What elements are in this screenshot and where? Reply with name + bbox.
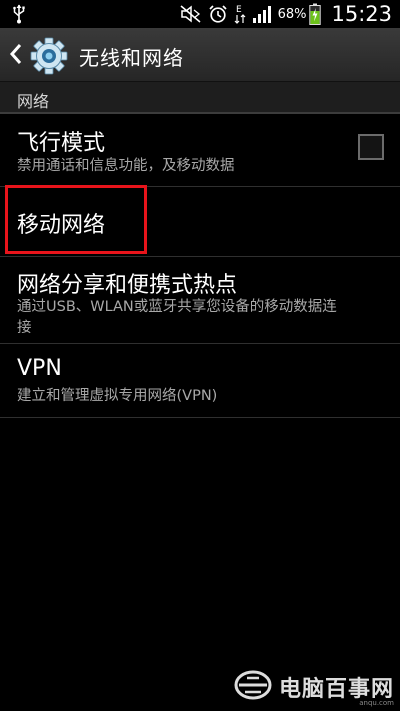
list-item-airplane-mode[interactable]: 飞行模式 禁用通话和信息功能，及移动数据 [0,113,400,187]
usb-icon [12,4,26,28]
watermark: 电脑百事网 anqu.com [233,669,394,707]
data-edge-icon: E [234,3,246,25]
watermark-domain: anqu.com [359,699,394,707]
back-arrow-icon[interactable] [8,42,24,70]
list-item-tethering-hotspot[interactable]: 网络分享和便携式热点 通过USB、WLAN或蓝牙共享您设备的移动数据连 接 [0,257,400,344]
battery-charging-icon [309,3,322,25]
alarm-icon [208,4,228,24]
action-bar: 无线和网络 [0,28,400,82]
page-title: 无线和网络 [79,46,184,70]
status-bar: E 68% 15:23 [0,0,400,28]
svg-text:E: E [236,5,242,15]
vpn-title: VPN [17,356,62,381]
signal-icon [252,5,272,23]
clock: 15:23 [331,2,392,26]
watermark-logo-icon [233,669,273,705]
vpn-subtitle: 建立和管理虚拟专用网络(VPN) [17,388,218,404]
tethering-hotspot-title: 网络分享和便携式热点 [17,273,238,298]
section-header-label: 网络 [17,92,50,111]
mute-icon [180,5,202,23]
tethering-hotspot-subtitle-line2: 接 [17,320,32,336]
highlight-box [5,185,147,254]
airplane-mode-subtitle: 禁用通话和信息功能，及移动数据 [17,158,235,174]
settings-gear-icon[interactable] [30,37,68,79]
list-item-vpn[interactable]: VPN 建立和管理虚拟专用网络(VPN) [0,344,400,418]
tethering-hotspot-subtitle-line1: 通过USB、WLAN或蓝牙共享您设备的移动数据连 [17,299,337,315]
section-header-network: 网络 [0,82,400,114]
airplane-mode-title: 飞行模式 [17,131,106,156]
tethering-hotspot-subtitle: 通过USB、WLAN或蓝牙共享您设备的移动数据连 接 [17,297,387,339]
battery-percent: 68% [277,6,307,22]
airplane-mode-checkbox[interactable] [358,134,384,160]
